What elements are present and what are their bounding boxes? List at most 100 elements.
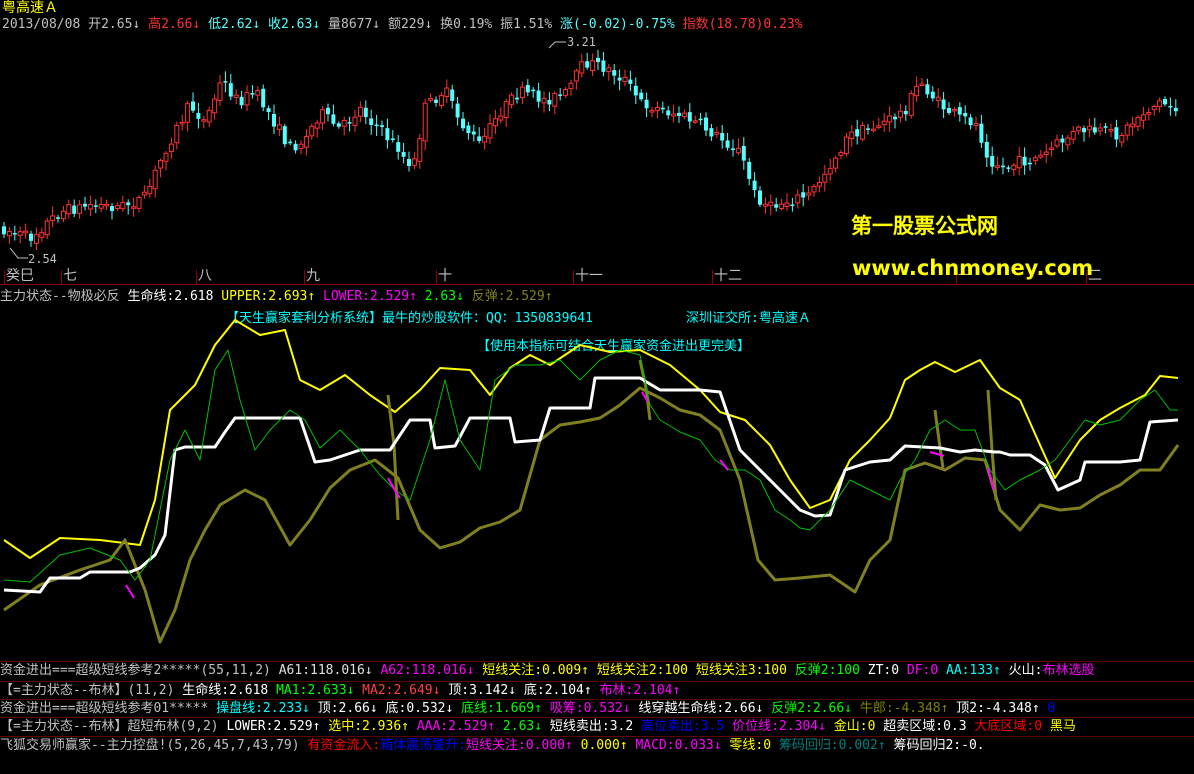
candle-body (677, 112, 681, 116)
candle-body (709, 128, 714, 137)
indicator-bar-item: 短线关注3:100 (695, 663, 795, 678)
candle-body (136, 196, 142, 209)
candle-body (461, 118, 465, 129)
indicator-bar-item: 高位卖出:3.5 (641, 719, 733, 734)
indicator-bar-item: 顶2:-4.348↑ (956, 701, 1048, 716)
candle-body (341, 119, 347, 127)
candle-body (261, 88, 266, 108)
candle-body (272, 113, 276, 127)
indicator-bar-item: 有资金流入: (307, 738, 381, 753)
candle-body (363, 107, 368, 118)
oscillator-green-line (3, 349, 1178, 583)
candle-body (1076, 126, 1082, 132)
candle-body (1032, 157, 1038, 162)
candle-body (1114, 127, 1119, 140)
candle-body (768, 201, 774, 206)
candle-body (487, 123, 493, 139)
candle-body (255, 90, 261, 96)
candle-body (536, 90, 541, 102)
indicator-bar[interactable]: 【=主力状态--布林】超短布林(9,2) LOWER:2.529↑ 选中:2.9… (0, 718, 1194, 736)
candle-body (801, 192, 806, 198)
lower-band-spike (933, 409, 945, 469)
candle-body (758, 190, 762, 205)
candle-body (1146, 112, 1152, 115)
candle-body (1108, 128, 1114, 132)
indicator-chart[interactable] (0, 287, 1194, 647)
month-label: 癸巳 (6, 268, 34, 284)
indicator-bar-item: 线穿越生命线:2.66↓ (638, 701, 772, 716)
month-tick (436, 270, 437, 284)
candle-body (455, 103, 460, 118)
indicator-bar-item: LOWER:2.529↑ (226, 719, 329, 734)
candle-body (919, 83, 925, 87)
indicator-bar[interactable]: 【=主力状态--布林】(11,2) 生命线:2.618 MA1:2.633↓ M… (0, 682, 1194, 700)
candle-body (1038, 154, 1044, 158)
candle-body (17, 231, 23, 236)
indicator-bar-item: 选中:2.936↑ (328, 719, 417, 734)
indicator-bar-item: 资金进出===超级短线参考2*****(55,11,2) (0, 663, 279, 678)
indicator-bar-item: 牛郎:-4.348↑ (859, 701, 957, 716)
month-tick (304, 270, 305, 284)
candle-body (596, 57, 600, 62)
candle-body (654, 107, 660, 111)
indicator-bar-item: 底线:1.669↑ (461, 701, 550, 716)
indicator-bar-item: 0 (1047, 701, 1056, 716)
candle-body (639, 92, 644, 100)
indicator-bar-item: 火山: (1008, 663, 1043, 678)
candle-body (110, 206, 114, 211)
candle-body (984, 141, 989, 158)
lifeline-middle-line (3, 376, 1179, 594)
candle-body (250, 93, 255, 95)
candle-body (407, 159, 411, 166)
candle-body (174, 124, 180, 144)
candle-body (374, 124, 379, 127)
candle-body (6, 231, 12, 237)
candle-body (217, 82, 223, 101)
watermark-title: 第一股票公式网 (851, 214, 998, 238)
indicator-bar-item: 【=主力状态--布林】 (0, 719, 128, 734)
candle-body (779, 203, 785, 209)
candle-body (438, 95, 444, 107)
candle-body (276, 124, 282, 130)
candle-body (23, 230, 29, 234)
candle-body (876, 125, 882, 128)
indicator-bar-item: 短线卖出:3.2 (549, 719, 642, 734)
candle-body (935, 96, 941, 101)
indicator-bar-item: 短线关注2:100 (596, 663, 696, 678)
indicator-bar[interactable]: 飞狐交易师赢家--主力控盘!(5,26,45,7,43,79) 有资金流入:箱体… (0, 737, 1194, 755)
candle-body (1151, 105, 1157, 111)
candle-body (725, 140, 730, 148)
candle-body (60, 210, 66, 220)
indicator-bar[interactable]: 资金进出===超级短线参考01***** 操盘线:2.233↓ 顶:2.66↓ … (0, 700, 1194, 718)
candle-body (930, 91, 935, 99)
candle-body (104, 203, 110, 207)
indicator-bar[interactable]: 资金进出===超级短线参考2*****(55,11,2) A61:118.016… (0, 662, 1194, 680)
candle-body (185, 103, 191, 123)
candlestick-chart[interactable] (0, 0, 1194, 286)
candle-body (87, 204, 93, 210)
candle-body (201, 119, 207, 122)
indicator-bar-item: 超短布林(9,2) (127, 719, 227, 734)
candle-body (995, 165, 1001, 168)
candle-body (790, 204, 795, 206)
candle-body (590, 60, 596, 72)
candle-body (44, 220, 50, 236)
candle-body (585, 61, 590, 68)
candle-body (617, 77, 622, 81)
indicator-bar-item: 生命线:2.618 (182, 683, 277, 698)
candle-body (990, 156, 995, 167)
month-label: 十一 (575, 268, 603, 284)
candle-body (233, 94, 239, 98)
candle-body (179, 121, 185, 125)
candle-body (288, 141, 293, 144)
indicator-bar-item: 短线关注:0.009↑ (482, 663, 597, 678)
indicator-bar-item: 反弹2:100 (794, 663, 868, 678)
indicator-bar-item: 筹码回归2:-0. (893, 738, 985, 753)
candle-body (1065, 137, 1071, 146)
month-label: 八 (198, 268, 212, 284)
candle-body (903, 110, 908, 115)
candle-body (66, 204, 72, 215)
candle-body (860, 124, 866, 140)
candle-body (1049, 147, 1055, 151)
candle-body (492, 118, 498, 127)
